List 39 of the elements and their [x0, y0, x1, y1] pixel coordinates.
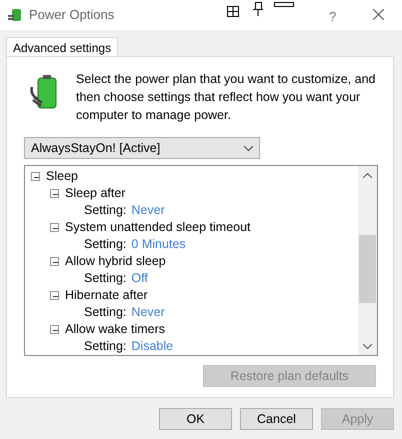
tree-item[interactable]: Allow hybrid sleep: [65, 252, 166, 271]
collapse-icon[interactable]: [50, 223, 59, 232]
tree-item[interactable]: System unattended sleep timeout: [65, 218, 251, 237]
dialog-button[interactable]: Cancel: [240, 408, 313, 430]
collapse-icon[interactable]: [50, 291, 59, 300]
power-plug-icon: [7, 7, 23, 23]
scrollbar[interactable]: [358, 166, 377, 355]
setting-label[interactable]: Setting:: [84, 201, 126, 220]
collapse-icon[interactable]: [50, 325, 59, 334]
help-button[interactable]: ?: [329, 7, 336, 26]
plan-dropdown[interactable]: AlwaysStayOn! [Active]: [24, 137, 260, 159]
setting-value-link[interactable]: Never: [131, 303, 165, 322]
minimize-bar-icon[interactable]: [274, 2, 294, 8]
setting-value-link[interactable]: 0 Minutes: [131, 235, 186, 254]
chevron-down-icon[interactable]: [363, 344, 372, 349]
tree-item[interactable]: Sleep after: [65, 184, 126, 203]
setting-value-link[interactable]: Off: [131, 269, 148, 288]
setting-label[interactable]: Setting:: [84, 337, 126, 355]
chevron-down-icon: [244, 146, 253, 150]
tree-item[interactable]: Sleep: [46, 167, 78, 186]
pin-icon[interactable]: [252, 2, 264, 16]
setting-label[interactable]: Setting:: [84, 235, 126, 254]
collapse-icon[interactable]: [31, 172, 40, 181]
window-title: Power Options: [29, 6, 114, 24]
setting-value-link[interactable]: Never: [131, 201, 165, 220]
tree-item[interactable]: Allow wake timers: [65, 320, 166, 339]
tree-item[interactable]: Hibernate after: [65, 286, 148, 305]
collapse-icon[interactable]: [50, 257, 59, 266]
dialog-button[interactable]: OK: [159, 408, 232, 430]
collapse-icon[interactable]: [50, 189, 59, 198]
close-icon[interactable]: [373, 9, 384, 20]
chevron-up-icon[interactable]: [363, 173, 372, 178]
tab[interactable]: Advanced settings: [6, 37, 118, 58]
grid-icon[interactable]: [227, 6, 239, 17]
description-text: Select the power plan that you want to customize, and then choose settings that reflect how you want your computer to manage power.: [76, 71, 376, 124]
setting-label[interactable]: Setting:: [84, 269, 126, 288]
setting-label[interactable]: Setting:: [84, 303, 126, 322]
setting-value-link[interactable]: Disable: [131, 337, 174, 355]
scrollbar-thumb[interactable]: [359, 235, 376, 303]
